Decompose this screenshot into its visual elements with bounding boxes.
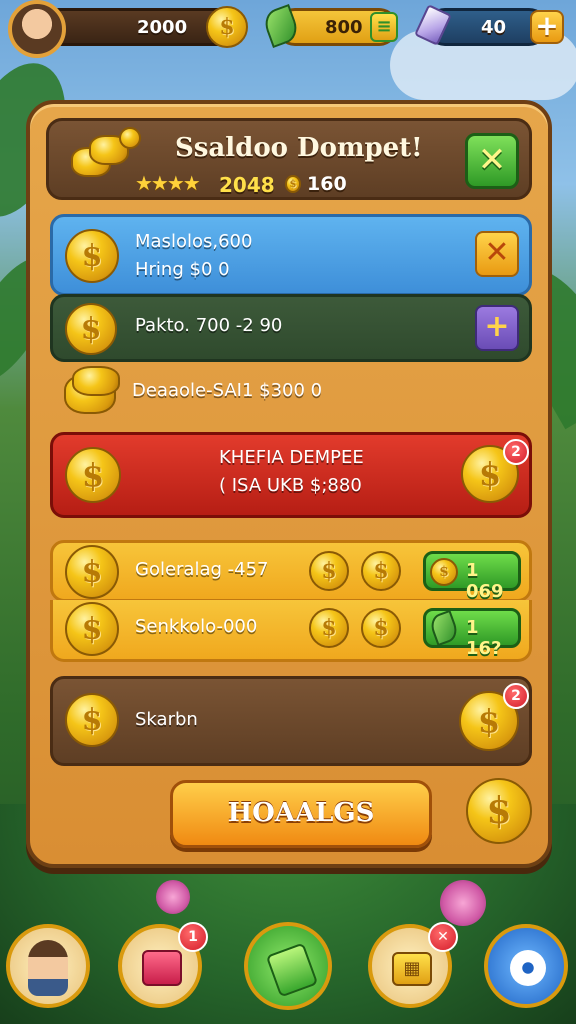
wallet-row-6[interactable]: $ Senkkolo-000 $ $ 1 16?: [50, 600, 532, 662]
row-1-line-1: Maslolos,600: [135, 231, 253, 252]
card-icon: [265, 942, 319, 998]
small-coin-icon: $: [285, 175, 301, 193]
primary-action-button[interactable]: HOAALGS: [170, 780, 432, 848]
wallet-row-4[interactable]: $ KHEFIA DEMPEE ( ISA UKB $;880 $ 2: [50, 432, 532, 518]
row-1-line-2: Hring $0 0: [135, 259, 230, 280]
row-1-close-button[interactable]: ✕: [475, 231, 519, 277]
coin-icon: $: [65, 303, 117, 355]
wallet-row-7[interactable]: $ Skarbn $ 2: [50, 676, 532, 766]
coin-icon: $: [65, 602, 119, 656]
row-4-badge: 2: [503, 439, 529, 465]
row-5-line-1: Goleralag -457: [135, 559, 269, 580]
shopping-bag-icon: [142, 950, 182, 986]
row-2-add-button[interactable]: +: [475, 305, 519, 351]
primary-action-label: HOAALGS: [227, 798, 375, 828]
coin-icon: $: [206, 6, 248, 48]
row-5-value-pill[interactable]: $ 1 069: [423, 551, 521, 602]
rating-value: 2048: [219, 173, 275, 197]
close-button[interactable]: ✕: [465, 133, 519, 189]
nav-settings-button[interactable]: [484, 924, 568, 1008]
wallet-row-5[interactable]: $ Goleralag -457 $ $ $ 1 069: [50, 540, 532, 602]
gear-icon: [510, 950, 546, 986]
wallet-row-2[interactable]: $ Pakto. 700 -2 90 +: [50, 294, 532, 362]
row-6-value-pill[interactable]: 1 16?: [423, 608, 521, 659]
coin-icon: $: [309, 608, 349, 648]
row-7-line-1: Skarbn: [135, 709, 198, 730]
leaf-amount: 800: [325, 17, 363, 38]
shop-badge: 1: [178, 922, 208, 952]
row-2-line-1: Pakto. 700 -2 90: [135, 315, 283, 336]
coin-icon: $: [65, 447, 121, 503]
panel-title: Ssaldoo Dompet!: [175, 133, 423, 163]
coin-icon: $: [309, 551, 349, 591]
row-4-line-1: KHEFIA DEMPEE: [219, 447, 364, 468]
profile-avatar-icon: [28, 940, 68, 996]
row-7-badge: 2: [503, 683, 529, 709]
player-avatar[interactable]: [8, 0, 66, 58]
coin-icon: $: [361, 608, 401, 648]
coin-stack-top-icon: [72, 366, 120, 396]
gem-amount: 40: [481, 17, 507, 38]
row-5-pill-text: 1 069: [466, 560, 504, 602]
coin-icon: $: [65, 229, 119, 283]
coin-icon: $: [65, 693, 119, 747]
coin-stack-icon-3: [119, 127, 141, 149]
coin-icon[interactable]: $: [466, 778, 532, 844]
rating-coins: 160: [307, 173, 347, 195]
nav-profile-button[interactable]: [6, 924, 90, 1008]
row-6-line-1: Senkkolo-000: [135, 616, 258, 637]
inventory-close-icon[interactable]: ✕: [428, 922, 458, 952]
coin-icon: $: [65, 545, 119, 599]
leaf-card-icon[interactable]: ≡: [370, 12, 398, 42]
coin-icon: $: [430, 558, 458, 586]
panel-header: Ssaldoo Dompet! ★★★★ 2048 $ 160 ✕: [46, 118, 532, 200]
wallet-panel: Ssaldoo Dompet! ★★★★ 2048 $ 160 ✕ $ Masl…: [26, 100, 552, 868]
leaf-icon: [427, 609, 461, 647]
wallet-row-1[interactable]: $ Maslolos,600 Hring $0 0 ✕: [50, 214, 532, 296]
row-6-pill-text: 1 16?: [466, 617, 502, 659]
add-gems-button[interactable]: +: [530, 10, 564, 44]
nav-home-button[interactable]: [244, 922, 332, 1010]
row-3-line-1: Deaaole-SAI1 $300 0: [132, 380, 323, 401]
row-4-line-2: ( ISA UKB $;880: [219, 475, 362, 496]
wallet-row-3[interactable]: Deaaole-SAI1 $300 0: [60, 366, 530, 422]
inventory-icon: ▦: [392, 952, 432, 986]
coin-icon: $: [361, 551, 401, 591]
coin-amount: 2000: [137, 17, 188, 38]
rating-stars-icon: ★★★★: [135, 171, 201, 195]
